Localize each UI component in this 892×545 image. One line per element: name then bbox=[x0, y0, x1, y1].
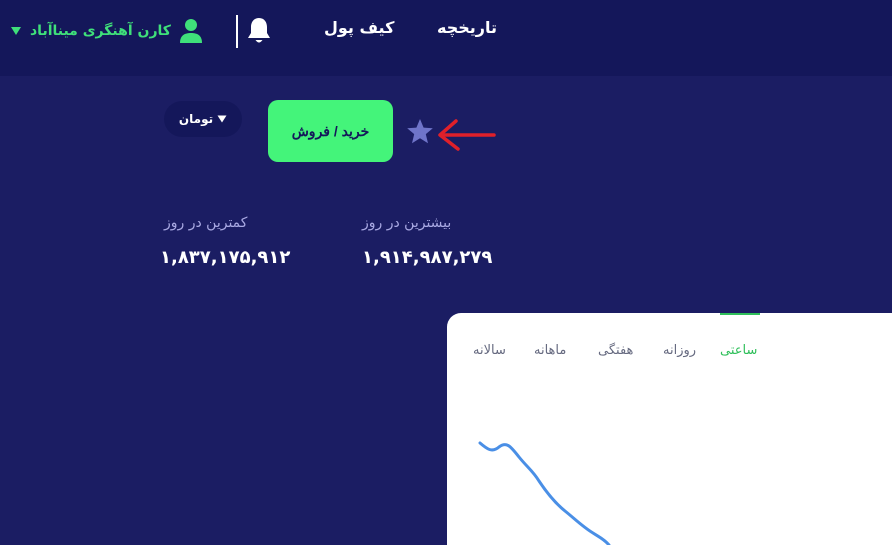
daily-high-value: ۱,۹۱۴,۹۸۷,۲۷۹ bbox=[362, 247, 493, 268]
daily-low-value: ۱,۸۳۷,۱۷۵,۹۱۲ bbox=[160, 247, 291, 268]
user-menu[interactable]: کارن آهنگری میناآباد bbox=[10, 17, 203, 45]
price-line bbox=[478, 441, 611, 545]
user-name: کارن آهنگری میناآباد bbox=[30, 23, 171, 39]
nav-wallet-link[interactable]: کیف پول bbox=[324, 18, 394, 37]
price-line-chart bbox=[478, 441, 611, 545]
star-icon[interactable] bbox=[406, 118, 434, 145]
currency-selector[interactable]: تومان bbox=[164, 101, 242, 137]
caret-down-icon bbox=[11, 27, 21, 35]
daily-high-label: بیشترین در روز bbox=[362, 215, 452, 231]
bell-icon[interactable] bbox=[246, 16, 272, 46]
daily-low-label: کمترین در روز bbox=[164, 215, 248, 231]
header-divider bbox=[236, 15, 238, 48]
nav-history-link[interactable]: تاریخچه bbox=[437, 18, 497, 37]
buy-sell-button[interactable]: خرید / فروش bbox=[268, 100, 393, 162]
top-navigation-bar: تاریخچه کیف پول کارن آهنگری میناآباد bbox=[0, 0, 892, 76]
user-icon bbox=[179, 19, 202, 43]
buy-sell-label: خرید / فروش bbox=[291, 122, 370, 139]
price-chart-panel: ساعتی روزانه هفتگی ماهانه سالانه bbox=[447, 313, 892, 545]
currency-label: تومان bbox=[178, 112, 214, 126]
red-arrow-icon bbox=[438, 119, 496, 151]
caret-down-icon bbox=[217, 115, 227, 123]
